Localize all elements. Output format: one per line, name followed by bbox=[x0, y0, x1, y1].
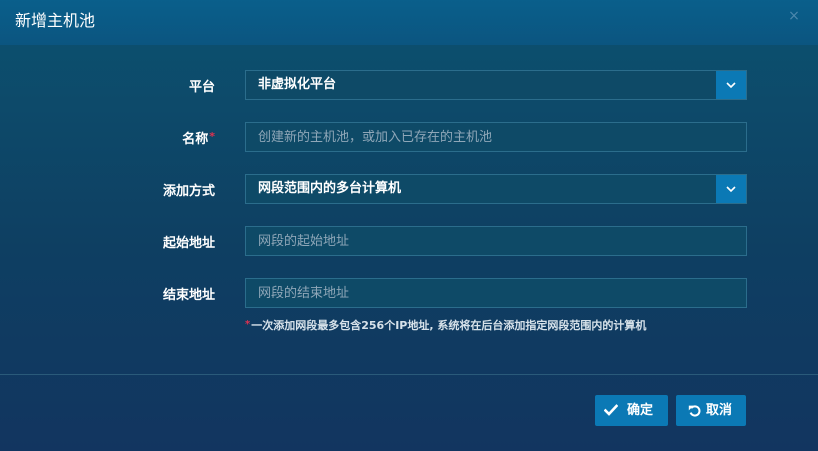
chevron-down-icon bbox=[726, 186, 736, 193]
add-method-select-value: 网段范围内的多台计算机 bbox=[258, 181, 402, 196]
undo-icon bbox=[688, 405, 701, 417]
name-label-text: 名称 bbox=[182, 132, 209, 147]
cancel-button[interactable]: 取消 bbox=[676, 395, 746, 426]
platform-label: 平台 bbox=[189, 79, 215, 97]
end-address-label: 结束地址 bbox=[163, 287, 215, 305]
chevron-down-icon bbox=[726, 82, 736, 89]
ip-range-hint: *一次添加网段最多包含256个IP地址, 系统将在后台添加指定网段范围内的计算机 bbox=[245, 318, 646, 335]
confirm-button[interactable]: 确定 bbox=[595, 395, 668, 426]
close-icon[interactable]: × bbox=[787, 8, 801, 24]
end-address-input[interactable] bbox=[245, 278, 747, 308]
confirm-label: 确定 bbox=[627, 403, 654, 418]
cancel-label: 取消 bbox=[706, 403, 733, 418]
check-icon bbox=[604, 404, 618, 416]
footer-divider bbox=[0, 374, 818, 375]
name-input[interactable] bbox=[245, 122, 747, 152]
dialog-titlebar: 新增主机池 × bbox=[0, 0, 818, 45]
platform-label-text: 平台 bbox=[188, 80, 215, 95]
start-address-input[interactable] bbox=[245, 226, 747, 256]
add-method-label-text: 添加方式 bbox=[162, 184, 215, 199]
hint-mark: * bbox=[245, 319, 251, 330]
start-address-label: 起始地址 bbox=[163, 235, 215, 253]
platform-dropdown-button[interactable] bbox=[716, 71, 746, 99]
hint-text: 一次添加网段最多包含256个IP地址, 系统将在后台添加指定网段范围内的计算机 bbox=[251, 319, 647, 332]
required-mark: * bbox=[209, 130, 215, 143]
add-method-select[interactable]: 网段范围内的多台计算机 bbox=[245, 174, 747, 204]
end-address-label-text: 结束地址 bbox=[162, 288, 215, 303]
platform-select-value: 非虚拟化平台 bbox=[258, 77, 337, 92]
dialog-title: 新增主机池 bbox=[15, 11, 96, 30]
add-host-pool-dialog: 新增主机池 × 平台 非虚拟化平台 名称* 添加方式 网段范围内的多台计算机 起… bbox=[0, 0, 818, 451]
add-method-label: 添加方式 bbox=[163, 183, 215, 201]
name-label: 名称* bbox=[182, 130, 215, 149]
add-method-dropdown-button[interactable] bbox=[716, 175, 746, 203]
start-address-label-text: 起始地址 bbox=[162, 236, 215, 251]
platform-select[interactable]: 非虚拟化平台 bbox=[245, 70, 747, 100]
